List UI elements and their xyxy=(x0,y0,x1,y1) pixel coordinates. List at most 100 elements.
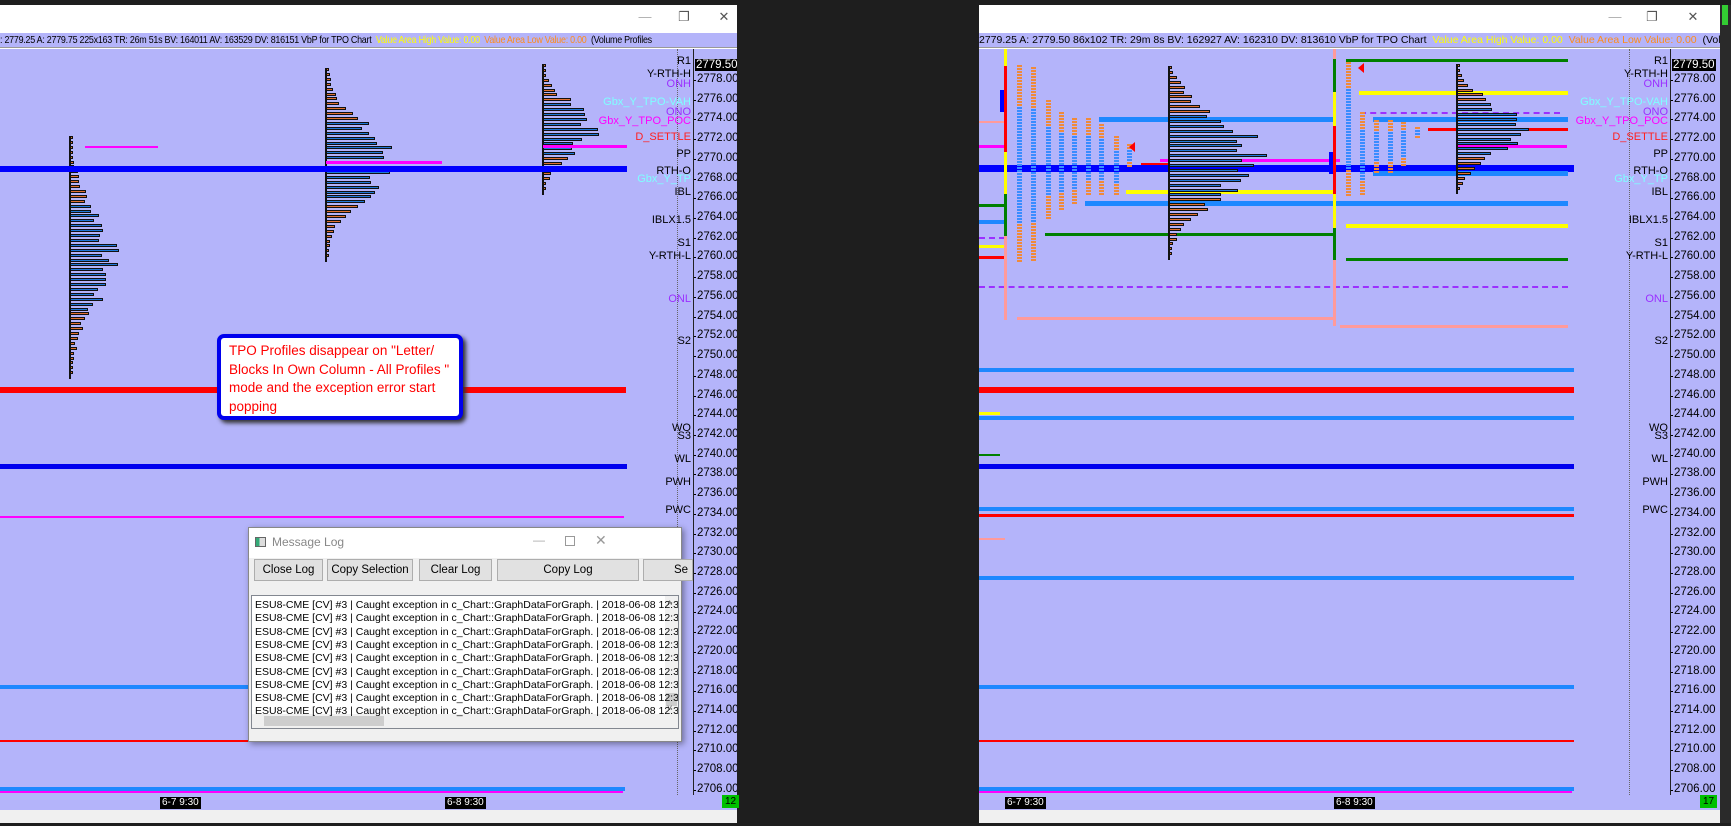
header-stats: : 2779.25 A: 2779.75 225x163 TR: 26m 51s… xyxy=(0,34,372,46)
tpo-block xyxy=(1086,118,1091,120)
tpo-block xyxy=(1031,154,1036,156)
tpo-block xyxy=(1401,143,1406,145)
tpo-block xyxy=(1360,118,1365,120)
tpo-block xyxy=(1360,112,1365,114)
maximize-button[interactable]: ❐ xyxy=(1640,9,1664,25)
message-log-dialog: Message Log — ✕ Close Log Copy Selection… xyxy=(248,527,693,742)
profile-bar xyxy=(1169,213,1199,216)
profile-bar xyxy=(70,243,118,247)
tpo-block xyxy=(1114,151,1119,153)
right-chart-plot[interactable]: R1 Y-RTH-H ONH Gbx_Y_TPO-VAH ONO Gbx_Y_TPO_PO… xyxy=(979,49,1670,795)
copy-selection-button[interactable]: Copy Selection xyxy=(327,559,413,581)
right-chart-header: 2779.25 A: 2779.50 86x102 TR: 29m 8s BV:… xyxy=(979,33,1720,48)
tpo-block xyxy=(1346,65,1351,67)
profile-bar xyxy=(1169,105,1200,109)
left-horizontal-scrollbar[interactable] xyxy=(0,810,737,823)
tpo-block xyxy=(1031,196,1036,198)
tpo-block xyxy=(1059,202,1064,204)
profile-bar xyxy=(326,156,384,160)
close-log-button[interactable]: Close Log xyxy=(254,559,323,581)
level-line xyxy=(979,685,1574,689)
tpo-block xyxy=(1046,139,1051,141)
tpo-block xyxy=(1059,151,1064,153)
right-horizontal-scrollbar[interactable] xyxy=(979,810,1720,823)
price-tick: 2754.00 xyxy=(1671,309,1716,322)
profile-bar xyxy=(70,273,106,277)
log-entry: ESU8-CME [CV] #3 | Caught exception in c… xyxy=(255,599,679,611)
tpo-block xyxy=(1086,175,1091,177)
right-price-axis[interactable]: 2778.00 2776.00 2774.00 2772.00 2770.00 2768.… xyxy=(1670,49,1720,795)
tpo-block xyxy=(1346,71,1351,73)
tpo-block xyxy=(1059,196,1064,198)
tpo-block xyxy=(1072,151,1077,153)
tpo-block xyxy=(1374,120,1379,122)
profile-bar xyxy=(70,327,84,331)
tpo-block xyxy=(1059,136,1064,138)
profile-bar xyxy=(326,195,372,199)
scrollbar-thumb[interactable] xyxy=(264,716,384,726)
tpo-block xyxy=(1031,145,1036,147)
tpo-block xyxy=(1374,141,1379,143)
price-tick: 2714.00 xyxy=(694,704,737,717)
maximize-button[interactable] xyxy=(565,536,575,546)
profile-bar xyxy=(1169,154,1267,158)
minimize-button[interactable]: — xyxy=(633,9,657,24)
profile-bar xyxy=(1169,188,1238,192)
price-tick: 2748.00 xyxy=(694,368,737,381)
tpo-block xyxy=(1346,185,1351,187)
tpo-block xyxy=(1072,172,1077,174)
profile-bar xyxy=(1169,227,1181,231)
profile-bar xyxy=(1169,95,1192,99)
level-line xyxy=(0,516,624,518)
tpo-block xyxy=(1072,157,1077,159)
minimize-button[interactable]: — xyxy=(1603,9,1627,24)
tpo-block xyxy=(1046,136,1051,138)
close-button[interactable]: ✕ xyxy=(1681,9,1705,25)
profile-bar xyxy=(70,199,85,203)
tpo-block xyxy=(1017,113,1022,115)
level-line xyxy=(0,166,627,172)
tpo-block xyxy=(1017,158,1022,160)
level-label: PWC xyxy=(665,503,691,516)
tpo-block xyxy=(1346,113,1351,115)
tpo-block xyxy=(1031,208,1036,210)
profile-bar xyxy=(326,205,359,209)
left-price-axis[interactable]: 2778.00 2776.00 2774.00 2772.00 2770.00 2768.… xyxy=(693,49,737,795)
close-button[interactable]: ✕ xyxy=(712,9,736,25)
tpo-block xyxy=(1031,253,1036,255)
tpo-block xyxy=(1072,181,1077,183)
price-tick: 2778.00 xyxy=(694,73,737,85)
session-bar xyxy=(1333,228,1336,260)
tpo-block xyxy=(1031,70,1036,72)
tpo-block xyxy=(1401,146,1406,148)
tpo-block xyxy=(1401,149,1406,151)
price-tick: 2778.00 xyxy=(1671,73,1716,85)
price-tick: 2722.00 xyxy=(694,625,737,638)
minimize-button[interactable]: — xyxy=(533,533,545,547)
tpo-block xyxy=(1346,149,1351,151)
close-button[interactable]: ✕ xyxy=(595,532,607,549)
clear-log-button[interactable]: Clear Log xyxy=(419,559,492,581)
tpo-block xyxy=(1360,184,1365,186)
tpo-block xyxy=(1388,129,1393,131)
side-strip xyxy=(1720,5,1731,823)
level-label: D_SETTLE xyxy=(635,131,691,144)
price-tick: 2760.00 xyxy=(694,250,737,263)
marker-bar xyxy=(1329,152,1333,174)
tpo-block xyxy=(1017,155,1022,157)
maximize-button[interactable]: ❐ xyxy=(672,9,696,25)
tpo-block xyxy=(1346,116,1351,118)
price-tick: 2728.00 xyxy=(1671,566,1716,578)
profile-bar xyxy=(1169,110,1211,114)
tpo-block xyxy=(1346,74,1351,76)
tpo-block xyxy=(1360,145,1365,147)
more-button[interactable]: Se xyxy=(643,559,693,581)
copy-log-button[interactable]: Copy Log xyxy=(497,559,639,581)
marker-bar xyxy=(1000,90,1004,112)
message-log-list[interactable]: ˄ ˅ ESU8-CME [CV] #3 | Caught exception … xyxy=(251,595,679,729)
tpo-block xyxy=(1346,170,1351,172)
left-title-bar: — ❐ ✕ xyxy=(0,5,737,33)
tpo-block xyxy=(1017,191,1022,193)
price-tick: 2708.00 xyxy=(1671,763,1716,776)
tpo-block xyxy=(1401,131,1406,133)
